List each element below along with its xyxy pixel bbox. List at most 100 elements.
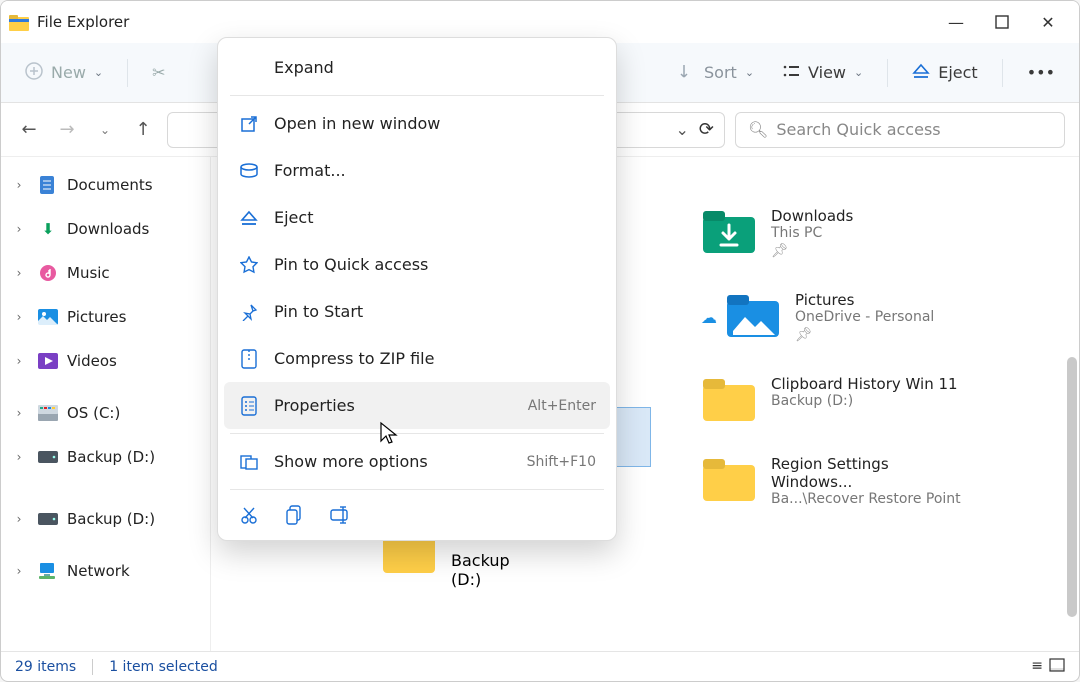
sidebar-item-videos[interactable]: ›Videos bbox=[1, 339, 210, 383]
expand-icon[interactable]: › bbox=[9, 406, 29, 420]
expand-icon[interactable]: › bbox=[9, 564, 29, 578]
ctx-open-new-window[interactable]: Open in new window bbox=[224, 100, 610, 147]
videos-icon bbox=[37, 353, 59, 369]
pin-icon: 📌︎ bbox=[771, 243, 853, 259]
eject-icon bbox=[912, 63, 930, 83]
tiles-view-button[interactable] bbox=[1049, 658, 1065, 676]
search-input[interactable]: 🔍︎ Search Quick access bbox=[735, 112, 1065, 148]
ctx-bottom-actions bbox=[224, 494, 610, 534]
expand-icon[interactable]: › bbox=[9, 354, 29, 368]
details-view-button[interactable]: ≡ bbox=[1031, 658, 1043, 676]
close-button[interactable]: ✕ bbox=[1025, 1, 1071, 43]
scrollbar-thumb[interactable] bbox=[1067, 357, 1077, 617]
ctx-pin-quick-access[interactable]: Pin to Quick access bbox=[224, 241, 610, 288]
mouse-cursor bbox=[379, 421, 399, 447]
drive-icon bbox=[37, 513, 59, 525]
window-controls: — ✕ bbox=[933, 1, 1071, 43]
shortcut-label: Alt+Enter bbox=[528, 398, 596, 414]
documents-icon bbox=[37, 175, 59, 195]
properties-icon bbox=[238, 396, 260, 416]
search-icon: 🔍︎ bbox=[748, 120, 768, 139]
sidebar-item-downloads[interactable]: ›⬇Downloads bbox=[1, 207, 210, 251]
format-icon bbox=[238, 163, 260, 179]
selection-count: 1 item selected bbox=[109, 659, 218, 675]
item-count: 29 items bbox=[15, 659, 76, 675]
expand-icon[interactable]: › bbox=[9, 266, 29, 280]
sidebar-item-network[interactable]: ›Network bbox=[1, 549, 210, 593]
context-menu: Expand Open in new window Format... Ejec… bbox=[217, 37, 617, 541]
expand-icon[interactable]: › bbox=[9, 178, 29, 192]
pin-icon bbox=[238, 303, 260, 321]
chevron-down-icon: ⌄ bbox=[854, 66, 863, 79]
pin-icon: 📌︎ bbox=[795, 327, 934, 343]
chevron-down-icon[interactable]: ⌄ bbox=[676, 120, 689, 139]
view-button[interactable]: View ⌄ bbox=[772, 57, 873, 89]
plus-icon bbox=[25, 62, 43, 84]
ctx-compress-zip[interactable]: Compress to ZIP file bbox=[224, 335, 610, 382]
expand-icon[interactable]: › bbox=[9, 222, 29, 236]
separator bbox=[127, 59, 128, 87]
cloud-icon: ☁ bbox=[701, 308, 717, 327]
ctx-properties[interactable]: Properties Alt+Enter bbox=[224, 382, 610, 429]
cut-icon[interactable] bbox=[238, 504, 260, 526]
chevron-down-icon: ⌄ bbox=[745, 66, 754, 79]
eject-button[interactable]: Eject bbox=[902, 57, 987, 89]
chevron-down-icon: ⌄ bbox=[94, 66, 103, 79]
sort-icon bbox=[680, 63, 696, 83]
grid-item-clipboard-history[interactable]: Clipboard History Win 11Backup (D:) bbox=[701, 375, 961, 423]
more-button[interactable]: ••• bbox=[1017, 57, 1065, 88]
more-options-icon bbox=[238, 453, 260, 471]
cut-button[interactable]: ✂ bbox=[142, 57, 175, 88]
ellipsis-icon: ••• bbox=[1027, 63, 1055, 82]
maximize-button[interactable] bbox=[979, 1, 1025, 43]
music-icon bbox=[37, 264, 59, 282]
downloads-icon: ⬇ bbox=[37, 220, 59, 238]
network-icon bbox=[37, 562, 59, 580]
expand-icon[interactable]: › bbox=[9, 512, 29, 526]
ctx-eject[interactable]: Eject bbox=[224, 194, 610, 241]
sidebar-item-documents[interactable]: ›Documents bbox=[1, 163, 210, 207]
status-bar: 29 items 1 item selected ≡ bbox=[1, 651, 1079, 681]
ctx-pin-start[interactable]: Pin to Start bbox=[224, 288, 610, 335]
up-button[interactable]: ↑ bbox=[129, 116, 157, 144]
ctx-show-more-options[interactable]: Show more options Shift+F10 bbox=[224, 438, 610, 485]
file-explorer-window: File Explorer — ✕ New ⌄ ✂ Sort ⌄ View ⌄ bbox=[0, 0, 1080, 682]
sort-button[interactable]: Sort ⌄ bbox=[670, 57, 764, 89]
expand-icon[interactable]: › bbox=[9, 450, 29, 464]
ctx-format[interactable]: Format... bbox=[224, 147, 610, 194]
downloads-folder-icon bbox=[701, 207, 757, 255]
sidebar-item-backup-d[interactable]: ›Backup (D:) bbox=[1, 435, 210, 479]
view-icon bbox=[782, 63, 800, 83]
back-button[interactable]: ← bbox=[15, 116, 43, 144]
separator bbox=[1002, 59, 1003, 87]
disk-icon bbox=[37, 405, 59, 421]
minimize-button[interactable]: — bbox=[933, 1, 979, 43]
sidebar-item-music[interactable]: ›Music bbox=[1, 251, 210, 295]
folder-icon bbox=[701, 375, 757, 423]
forward-button[interactable]: → bbox=[53, 116, 81, 144]
app-title: File Explorer bbox=[37, 13, 129, 31]
sidebar-item-backup-d-2[interactable]: ›Backup (D:) bbox=[1, 497, 210, 541]
pictures-folder-icon bbox=[725, 291, 781, 339]
grid-item-downloads[interactable]: DownloadsThis PC📌︎ bbox=[701, 207, 961, 259]
pictures-icon bbox=[37, 309, 59, 325]
sidebar-item-pictures[interactable]: ›Pictures bbox=[1, 295, 210, 339]
selected-item-highlight bbox=[611, 407, 651, 467]
open-window-icon bbox=[238, 115, 260, 133]
expand-icon[interactable]: › bbox=[9, 310, 29, 324]
grid-item-pictures[interactable]: ☁ PicturesOneDrive - Personal📌︎ bbox=[701, 291, 961, 343]
scissors-icon: ✂ bbox=[152, 63, 165, 82]
zip-icon bbox=[238, 349, 260, 369]
eject-icon bbox=[238, 210, 260, 226]
app-folder-icon bbox=[9, 13, 29, 31]
copy-icon[interactable] bbox=[284, 504, 306, 526]
star-icon bbox=[238, 256, 260, 274]
rename-icon[interactable] bbox=[330, 504, 352, 526]
ctx-expand[interactable]: Expand bbox=[224, 44, 610, 91]
grid-item-region-settings[interactable]: Region Settings Windows...Ba...\Recover … bbox=[701, 455, 961, 507]
new-button[interactable]: New ⌄ bbox=[15, 56, 113, 90]
sidebar-item-os-c[interactable]: ›OS (C:) bbox=[1, 391, 210, 435]
drive-icon bbox=[37, 451, 59, 463]
refresh-button[interactable]: ⟳ bbox=[699, 119, 714, 140]
history-button[interactable]: ⌄ bbox=[91, 116, 119, 144]
